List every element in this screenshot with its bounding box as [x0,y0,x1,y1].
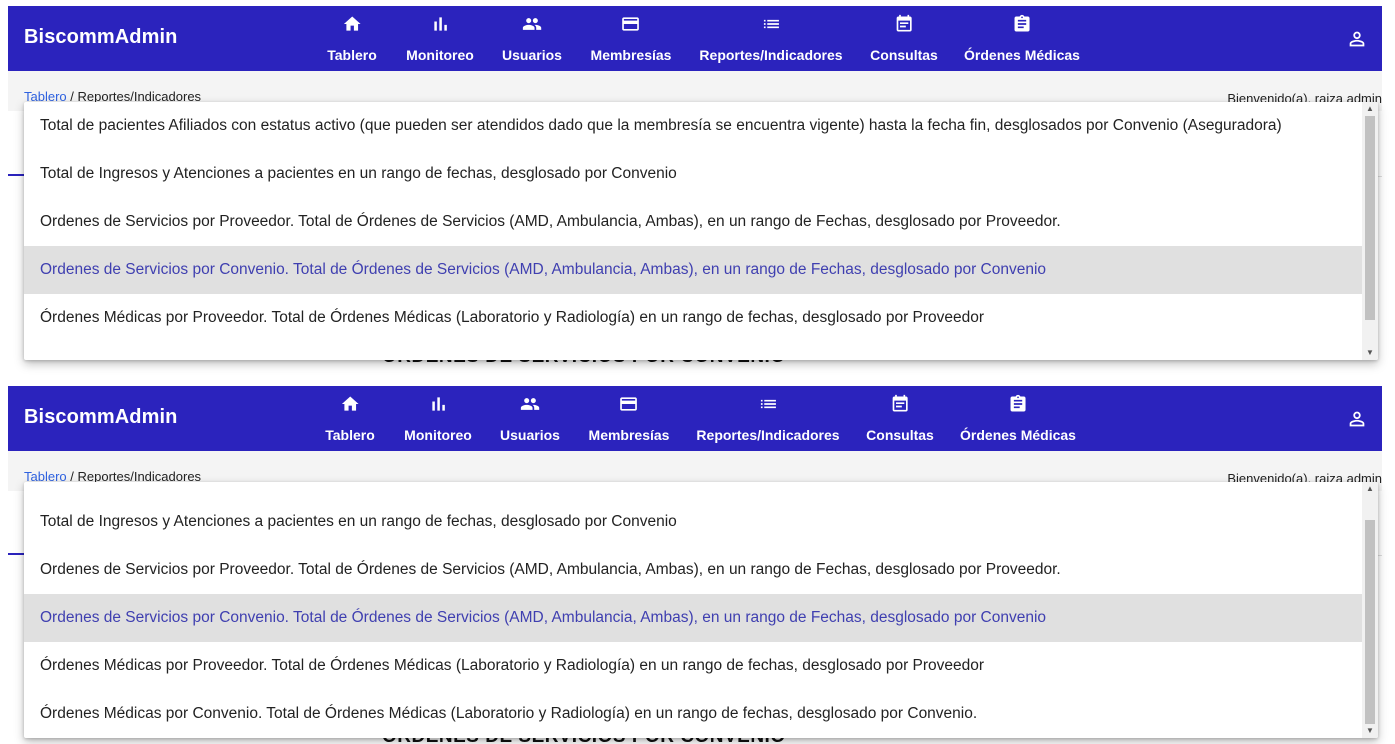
nav-label: Tablero [325,427,375,443]
home-icon [325,389,375,417]
top-navigation-bar: BiscommAdmin Tablero Monitoreo Usuarios … [8,6,1382,71]
nav-membresias[interactable]: Membresías [588,389,670,443]
report-select-dropdown[interactable]: Total de Ingresos y Atenciones a pacient… [24,482,1378,738]
option-2[interactable]: Total de Ingresos y Atenciones a pacient… [24,150,1362,198]
people-icon [502,9,562,37]
scroll-up-icon[interactable]: ▲ [1362,102,1378,116]
nav-label: Monitoreo [406,47,474,63]
nav-ordenes-medicas[interactable]: Órdenes Médicas [960,389,1076,443]
dropdown-scrollbar[interactable]: ▲ ▼ [1362,102,1378,360]
option-1[interactable]: Total de pacientes Afiliados con estatus… [24,102,1362,150]
scroll-down-icon[interactable]: ▼ [1362,724,1378,738]
nav-label: Órdenes Médicas [960,427,1076,443]
list-icon [699,9,842,37]
options-list: Total de pacientes Afiliados con estatus… [24,102,1362,342]
scrollbar-thumb[interactable] [1365,116,1375,320]
option-5[interactable]: Órdenes Médicas por Proveedor. Total de … [24,294,1362,342]
screenshot-panel-1: BiscommAdmin Tablero Monitoreo Usuarios … [0,0,1395,375]
nav-label: Tablero [327,47,377,63]
nav-label: Consultas [870,47,938,63]
scroll-up-icon[interactable]: ▲ [1362,482,1378,496]
nav-monitoreo[interactable]: Monitoreo [404,389,472,443]
nav-label: Usuarios [502,47,562,63]
nav-label: Órdenes Médicas [964,47,1080,63]
nav-label: Reportes/Indicadores [699,47,843,63]
list-icon [696,389,839,417]
screenshot-panel-2: BiscommAdmin Tablero Monitoreo Usuarios … [0,380,1395,744]
nav-reportes[interactable]: Reportes/Indicadores [696,389,840,443]
nav-usuarios[interactable]: Usuarios [500,389,560,443]
nav-tablero[interactable]: Tablero [325,389,375,443]
credit-card-icon [589,389,670,417]
top-navigation-bar: BiscommAdmin Tablero Monitoreo Usuarios … [8,386,1382,451]
nav-label: Monitoreo [404,427,472,443]
scroll-down-icon[interactable]: ▼ [1362,346,1378,360]
home-icon [327,9,377,37]
brand-title[interactable]: BiscommAdmin [24,26,177,49]
brand-title[interactable]: BiscommAdmin [24,406,177,429]
people-icon [500,389,560,417]
nav-consultas[interactable]: Consultas [870,9,938,63]
option-3[interactable]: Ordenes de Servicios por Proveedor. Tota… [24,198,1362,246]
calendar-icon [870,9,938,37]
account-icon[interactable] [1346,408,1368,430]
nav-label: Membresías [588,427,670,443]
clipboard-icon [960,389,1076,417]
option-5[interactable]: Órdenes Médicas por Convenio. Total de Ó… [24,690,1362,738]
bar-chart-icon [406,9,474,37]
nav-reportes[interactable]: Reportes/Indicadores [699,9,843,63]
dropdown-scrollbar[interactable]: ▲ ▼ [1362,482,1378,738]
nav-label: Usuarios [500,427,560,443]
nav-consultas[interactable]: Consultas [866,389,934,443]
nav-label: Consultas [866,427,934,443]
account-icon[interactable] [1346,28,1368,50]
option-4-selected[interactable]: Ordenes de Servicios por Convenio. Total… [24,246,1362,294]
credit-card-icon [591,9,672,37]
bar-chart-icon [404,389,472,417]
option-2[interactable]: Ordenes de Servicios por Proveedor. Tota… [24,546,1362,594]
report-select-dropdown[interactable]: Total de pacientes Afiliados con estatus… [24,102,1378,360]
nav-membresias[interactable]: Membresías [590,9,672,63]
nav-label: Reportes/Indicadores [696,427,840,443]
clipboard-icon [964,9,1080,37]
calendar-icon [866,389,934,417]
options-list: Total de Ingresos y Atenciones a pacient… [24,498,1362,738]
option-3-selected[interactable]: Ordenes de Servicios por Convenio. Total… [24,594,1362,642]
nav-tablero[interactable]: Tablero [327,9,377,63]
nav-ordenes-medicas[interactable]: Órdenes Médicas [964,9,1080,63]
nav-monitoreo[interactable]: Monitoreo [406,9,474,63]
option-1[interactable]: Total de Ingresos y Atenciones a pacient… [24,498,1362,546]
scrollbar-thumb[interactable] [1365,520,1375,724]
nav-usuarios[interactable]: Usuarios [502,9,562,63]
nav-label: Membresías [590,47,672,63]
option-4[interactable]: Órdenes Médicas por Proveedor. Total de … [24,642,1362,690]
